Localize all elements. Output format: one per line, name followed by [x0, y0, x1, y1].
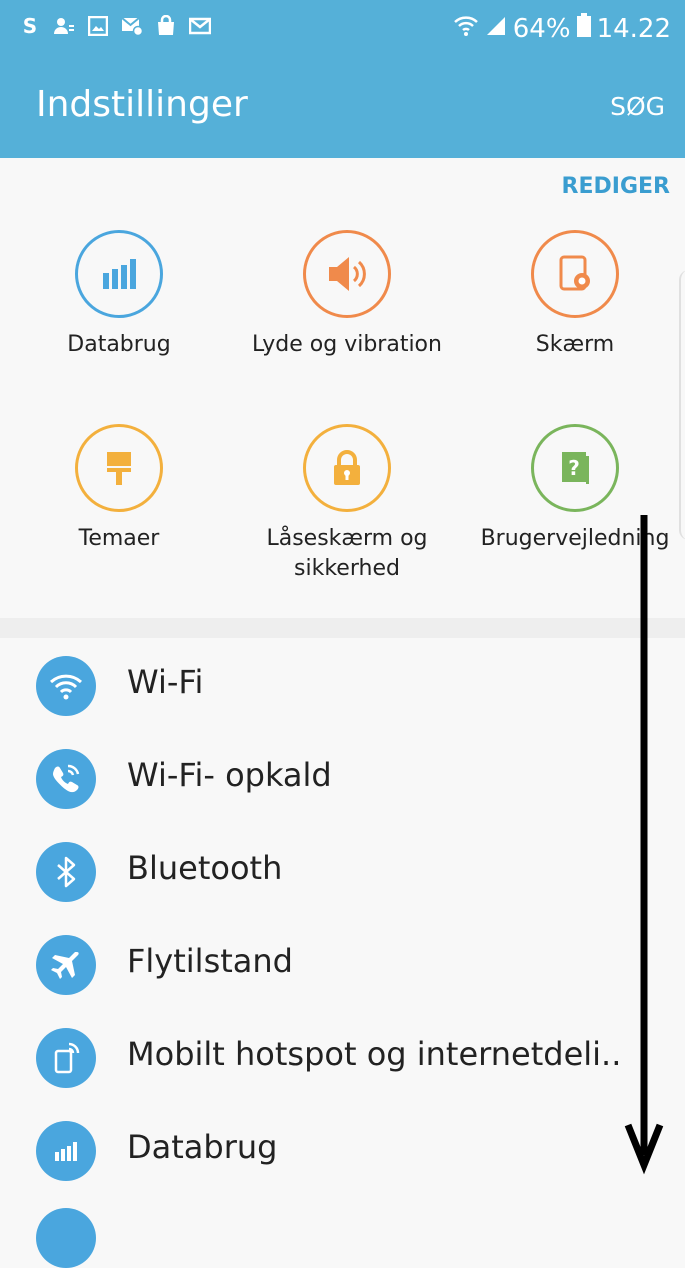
galaxy-apps-icon: [154, 14, 178, 38]
scroll-down-arrow-icon: [624, 515, 664, 1175]
skype-icon: S: [22, 14, 38, 38]
quick-setting-label: Låseskærm og sikkerhed: [252, 524, 442, 584]
page-title: Indstillinger: [36, 84, 248, 125]
system-status: 64% 14.22: [453, 12, 671, 45]
contact-sync-icon: [52, 14, 76, 38]
list-item-flight-mode[interactable]: Flytilstand: [0, 919, 685, 1011]
svg-text:?: ?: [568, 456, 580, 480]
gallery-icon: [86, 14, 110, 38]
hotspot-icon: [36, 1028, 96, 1088]
mail-settings-icon: [120, 14, 144, 38]
lock-icon: [303, 424, 391, 512]
wifi-signal-icon: [453, 12, 479, 45]
email-icon: [188, 14, 212, 38]
battery-percent: 64%: [512, 13, 571, 44]
bar-chart-icon: [75, 230, 163, 318]
cell-signal-icon: [485, 14, 507, 44]
notification-icons: S: [18, 14, 212, 38]
quick-setting-databrug[interactable]: Databrug: [24, 230, 214, 360]
bluetooth-icon: [36, 842, 96, 902]
list-item-bluetooth[interactable]: Bluetooth: [0, 826, 685, 918]
list-item-mobile-hotspot[interactable]: Mobilt hotspot og internetdeli..: [0, 1012, 685, 1104]
quick-setting-sounds[interactable]: Lyde og vibration: [252, 230, 442, 360]
wifi-calling-icon: [36, 749, 96, 809]
quick-setting-label: Lyde og vibration: [252, 332, 442, 357]
list-item-data-usage[interactable]: Databrug: [0, 1105, 685, 1197]
quick-setting-themes[interactable]: Temaer: [24, 424, 214, 554]
list-item-label: Flytilstand: [127, 942, 293, 980]
airplane-icon: [36, 935, 96, 995]
list-item-wifi-calling[interactable]: Wi-Fi- opkald: [0, 733, 685, 825]
battery-icon: [576, 13, 591, 44]
edit-button[interactable]: REDIGER: [562, 174, 670, 199]
quick-setting-display[interactable]: Skærm: [480, 230, 670, 360]
display-icon: [531, 230, 619, 318]
quick-setting-label: Temaer: [78, 526, 160, 551]
list-item-label: Mobilt hotspot og internetdeli..: [127, 1035, 622, 1073]
list-item-label: Databrug: [127, 1128, 278, 1166]
quick-setting-label: Skærm: [535, 332, 615, 357]
section-divider: [0, 618, 685, 638]
wifi-icon: [36, 656, 96, 716]
next-list-item-icon: [36, 1208, 96, 1268]
quick-setting-lockscreen[interactable]: Låseskærm og sikkerhed: [252, 424, 442, 584]
status-bar: S 64% 14.22: [0, 0, 685, 60]
list-item-label: Bluetooth: [127, 849, 283, 887]
quick-setting-label: Databrug: [67, 332, 171, 357]
list-item-label: Wi-Fi- opkald: [127, 756, 332, 794]
help-book-icon: ?: [531, 424, 619, 512]
list-item-wifi[interactable]: Wi-Fi: [0, 640, 685, 732]
search-button[interactable]: SØG: [610, 92, 665, 121]
speaker-icon: [303, 230, 391, 318]
quick-setting-label-line1: Låseskærm og: [266, 526, 428, 551]
data-usage-icon: [36, 1121, 96, 1181]
app-bar: Indstillinger SØG: [0, 60, 685, 158]
edge-panel-handle[interactable]: [679, 270, 685, 540]
clock: 14.22: [596, 13, 671, 44]
list-item-label: Wi-Fi: [127, 663, 204, 701]
quick-setting-label-line2: sikkerhed: [294, 556, 400, 581]
paint-roller-icon: [75, 424, 163, 512]
